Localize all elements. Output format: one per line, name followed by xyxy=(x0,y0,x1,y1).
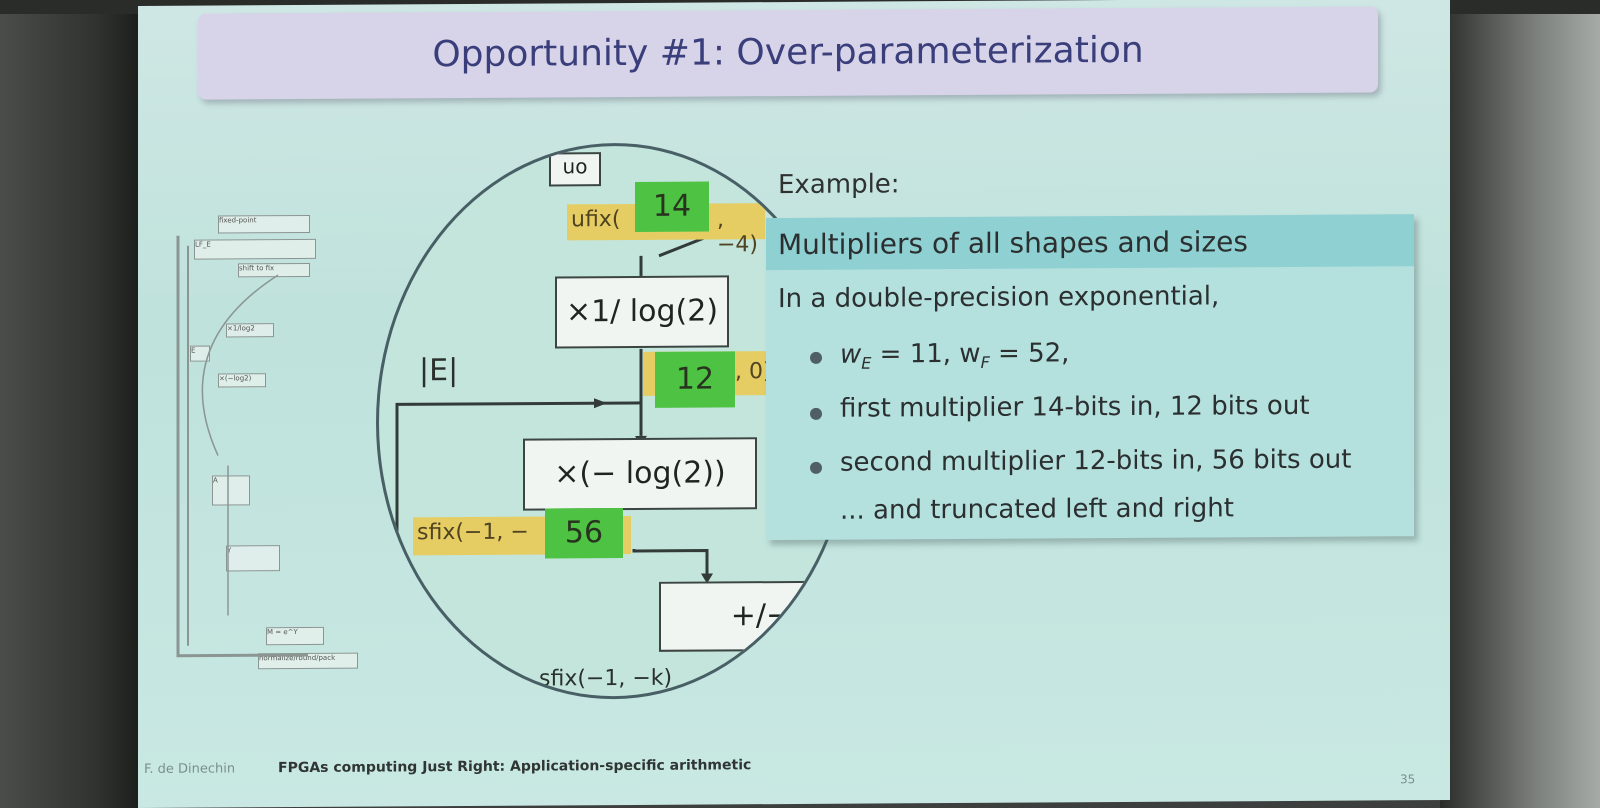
bullet-dot xyxy=(810,407,822,420)
example-label: Example: xyxy=(778,169,900,201)
multiplier-1-box: ×1/ log(2) xyxy=(555,275,729,349)
bullet-first-multiplier: first multiplier 14-bits in, 12 bits out xyxy=(840,390,1310,424)
slide-title: Opportunity #1: Over-parameterization xyxy=(432,29,1144,76)
bullet-dot xyxy=(810,461,822,474)
mid-bits-highlight: 12 xyxy=(655,351,735,408)
room-background-right xyxy=(1440,0,1600,808)
background-diagram-wires xyxy=(176,235,308,658)
footer-author: F. de Dinechin xyxy=(144,761,236,777)
bottom-format-label: sfix(−1, −k) xyxy=(539,665,673,692)
top-box: uo xyxy=(549,152,601,187)
block-title: Multipliers of all shapes and sizes xyxy=(778,225,1248,262)
bullet-widths: wE = 11, wF = 52, xyxy=(840,338,1070,373)
title-bar: Opportunity #1: Over-parameterization xyxy=(198,6,1378,100)
room-background-left xyxy=(0,0,140,808)
output-bits-highlight: 56 xyxy=(545,508,623,559)
bullet-dot xyxy=(810,351,822,364)
bullet-second-multiplier: second multiplier 12-bits in, 56 bits ou… xyxy=(840,444,1352,478)
exponent-label: |E| xyxy=(419,353,459,389)
page-number: 35 xyxy=(1400,772,1416,787)
projected-slide: Opportunity #1: Over-parameterization fi… xyxy=(138,0,1450,808)
intro-text: In a double-precision exponential, xyxy=(778,281,1220,315)
block-header: Multipliers of all shapes and sizes xyxy=(766,214,1414,271)
continuation-text: ... and truncated left and right xyxy=(840,493,1234,526)
adder-box: +/− xyxy=(659,580,852,652)
footer-title: FPGAs computing Just Right: Application-… xyxy=(278,757,752,777)
example-block: Multipliers of all shapes and sizes In a… xyxy=(766,214,1414,541)
input-bits-highlight: 14 xyxy=(635,181,709,232)
multiplier-2-box: ×(− log(2)) xyxy=(523,437,757,511)
